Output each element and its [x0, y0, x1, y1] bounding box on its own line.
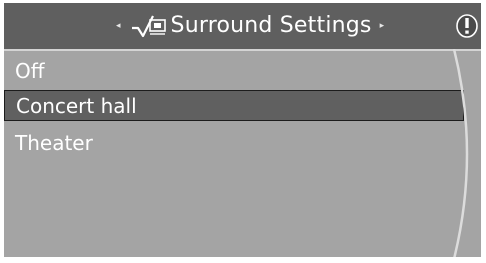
surround-settings-icon — [129, 11, 167, 41]
menu-item-off[interactable]: Off — [4, 55, 448, 86]
info-exclamation-icon[interactable] — [455, 13, 479, 39]
menu-item-label: Off — [15, 58, 45, 83]
header-bar: ◂ Surround Settings ▸ — [4, 3, 481, 51]
page-title: Surround Settings — [170, 13, 372, 38]
menu-item-concert-hall[interactable]: Concert hall — [4, 90, 464, 121]
next-menu-arrow[interactable]: ▸ — [380, 21, 385, 31]
menu-item-label: Concert hall — [16, 93, 137, 118]
prev-menu-arrow[interactable]: ◂ — [116, 21, 121, 31]
title-group: ◂ Surround Settings ▸ — [116, 10, 384, 42]
menu-item-theater[interactable]: Theater — [4, 127, 448, 158]
scroll-arc — [452, 49, 469, 257]
display-screen: ◂ Surround Settings ▸ Off Concert hall T… — [4, 3, 481, 257]
menu-item-label: Theater — [15, 130, 93, 155]
